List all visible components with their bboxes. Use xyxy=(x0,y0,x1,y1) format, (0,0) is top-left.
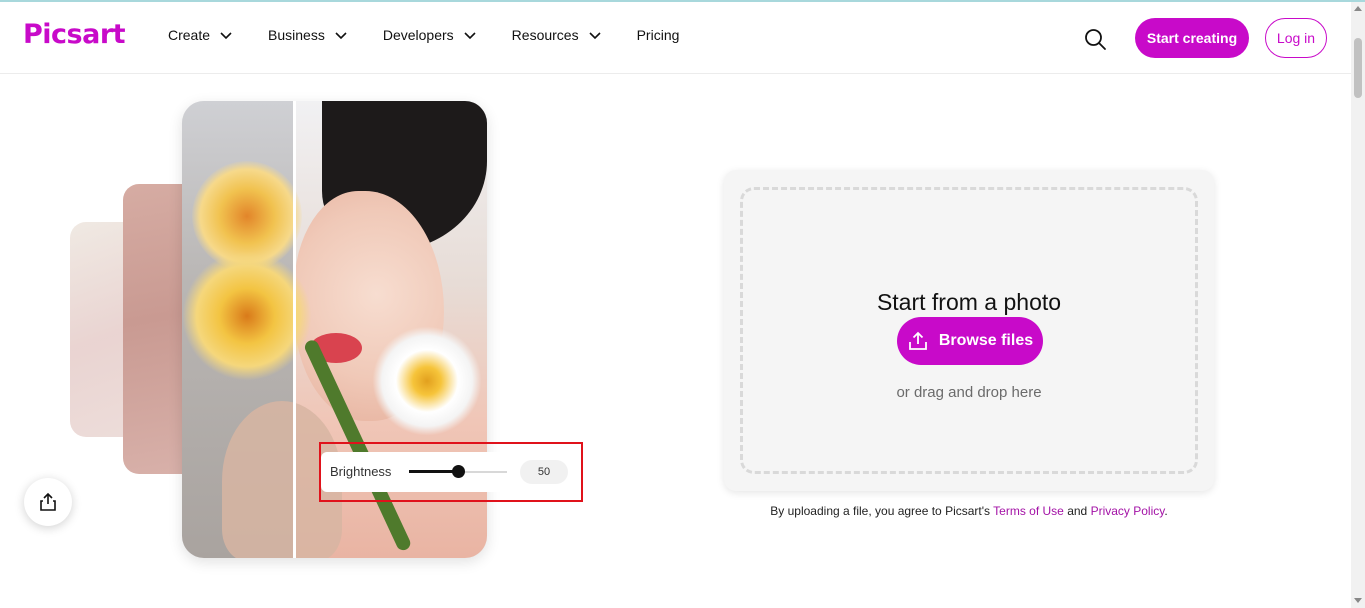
browse-files-label: Browse files xyxy=(938,332,1034,349)
nav-item-label: Pricing xyxy=(636,27,680,43)
upload-icon xyxy=(908,331,927,350)
scroll-down-arrow-icon[interactable] xyxy=(1354,598,1362,603)
drop-zone[interactable]: Start from a photo Browse files or drag … xyxy=(740,187,1198,474)
nav-item-label: Resources xyxy=(511,27,579,43)
browse-files-button[interactable]: Browse files xyxy=(897,317,1043,365)
highlight-box xyxy=(319,442,583,502)
terms-of-use-link[interactable]: Terms of Use xyxy=(993,504,1064,518)
nav-item-label: Business xyxy=(268,27,325,43)
share-button[interactable] xyxy=(24,478,72,526)
main-nav: Create Business Developers Resources Pri… xyxy=(168,27,713,43)
before-after-divider[interactable] xyxy=(293,101,296,558)
upload-title: Start from a photo xyxy=(876,289,1062,315)
log-in-button[interactable]: Log in xyxy=(1265,18,1327,58)
chevron-down-icon xyxy=(335,32,347,40)
terms-prefix: By uploading a file, you agree to Picsar… xyxy=(770,504,991,518)
nav-item-label: Create xyxy=(168,27,211,43)
chevron-down-icon xyxy=(464,32,476,40)
privacy-policy-link[interactable]: Privacy Policy xyxy=(1091,504,1165,518)
start-creating-button[interactable]: Start creating xyxy=(1135,18,1249,58)
upload-card: Start from a photo Browse files or drag … xyxy=(724,170,1214,491)
nav-item-developers[interactable]: Developers xyxy=(383,27,478,43)
nav-item-business[interactable]: Business xyxy=(268,27,349,43)
scroll-thumb[interactable] xyxy=(1354,38,1362,98)
scroll-up-arrow-icon[interactable] xyxy=(1354,6,1362,11)
site-header: Picsart Create Business Developers Resou… xyxy=(0,2,1351,74)
terms-suffix: . xyxy=(1164,504,1168,518)
nav-item-resources[interactable]: Resources xyxy=(512,27,603,43)
chevron-down-icon xyxy=(220,32,232,40)
nav-item-label: Developers xyxy=(382,27,454,43)
upload-terms: By uploading a file, you agree to Picsar… xyxy=(724,504,1214,518)
terms-and: and xyxy=(1067,504,1088,518)
chevron-down-icon xyxy=(589,32,601,40)
picsart-logo[interactable]: Picsart xyxy=(23,19,126,50)
drag-drop-hint: or drag and drop here xyxy=(896,384,1042,401)
search-icon[interactable] xyxy=(1083,27,1107,51)
nav-item-pricing[interactable]: Pricing xyxy=(637,27,680,43)
nav-item-create[interactable]: Create xyxy=(168,27,234,43)
page-scrollbar[interactable] xyxy=(1351,2,1365,608)
flower-white xyxy=(372,326,482,436)
share-icon xyxy=(40,492,56,511)
